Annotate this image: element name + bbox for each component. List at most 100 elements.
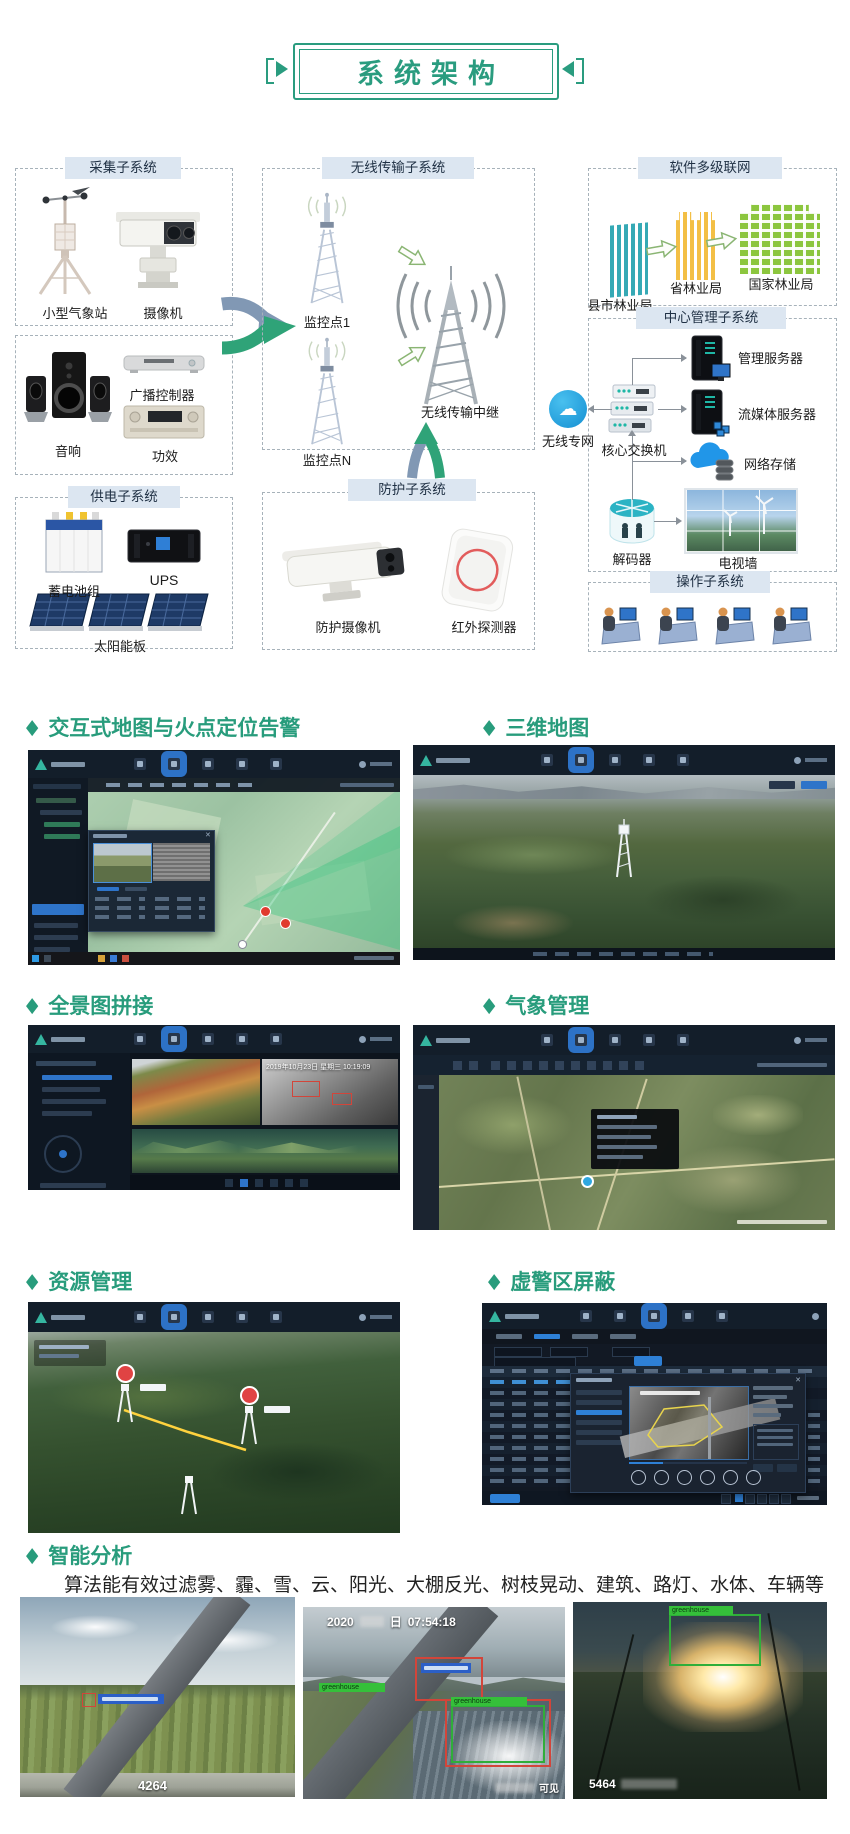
weather-station-icon xyxy=(32,186,98,298)
logo-triangle-icon xyxy=(35,759,47,770)
nav-icons xyxy=(123,758,293,770)
national-bureau-building-icon xyxy=(740,204,820,274)
collect-subsystem-header: 采集子系统 xyxy=(65,157,181,179)
section-header-panorama: ◆ 全景图拼接 xyxy=(26,990,153,1020)
power-subsystem-header: 供电子系统 xyxy=(68,486,180,508)
map-toolbar xyxy=(88,778,400,792)
nav-settings-icon xyxy=(270,1033,282,1045)
rewind-button xyxy=(654,1470,669,1485)
protect-camera-icon xyxy=(282,533,414,607)
monitor-tower-1-icon xyxy=(298,190,356,308)
section-header-interactive-map: ◆ 交互式地图与火点定位告警 xyxy=(26,712,300,742)
photo2-time: 07:54:18 xyxy=(408,1615,456,1629)
section-title: 资源管理 xyxy=(48,1266,132,1296)
page-number xyxy=(781,1494,791,1504)
user-name-bar xyxy=(805,1038,827,1042)
ptz-camera-icon xyxy=(112,196,204,296)
popup-close-icon: ✕ xyxy=(205,833,211,839)
mgmt-server-icon xyxy=(688,334,732,384)
nav-alarm-icon-active xyxy=(648,1310,660,1322)
page-number xyxy=(757,1494,767,1504)
nav-alarm-icon xyxy=(609,1034,621,1046)
section-header-3d-map: ◆ 三维地图 xyxy=(483,712,589,742)
section-header-resource: ◆ 资源管理 xyxy=(26,1266,132,1296)
resource-tower-icon xyxy=(112,1378,138,1424)
tab-item xyxy=(610,1334,636,1339)
workstation-icon xyxy=(655,600,699,646)
workstation-icon xyxy=(769,600,813,646)
photo3-id-row: 5464 xyxy=(589,1777,677,1791)
broadcast-controller-icon xyxy=(122,352,206,378)
nav-map-icon-active xyxy=(575,754,587,766)
screenshot-resource xyxy=(28,1302,400,1533)
section-title: 虚警区屏蔽 xyxy=(510,1266,615,1296)
bottom-toolbar xyxy=(130,1175,400,1190)
nav-settings-icon xyxy=(270,758,282,770)
section-header-weather: ◆ 气象管理 xyxy=(483,990,589,1020)
thermal-image: 2019年10月23日 星期三 10:19:09 xyxy=(262,1059,398,1125)
mask-info-panel xyxy=(753,1386,799,1480)
query-button xyxy=(634,1356,662,1366)
protect-up-arrow-icon xyxy=(398,422,454,480)
mask-small-button xyxy=(777,1464,797,1472)
page-number-active xyxy=(735,1494,743,1502)
ups-icon xyxy=(126,526,202,566)
detection-redbox xyxy=(82,1693,96,1707)
detection-redbox xyxy=(415,1657,483,1701)
fire-marker-icon xyxy=(280,918,291,929)
diamond-bullet-icon: ◆ xyxy=(26,992,38,1018)
battery-label: 蓄电池组 xyxy=(30,581,118,600)
monitor-tower-n-icon xyxy=(298,336,356,448)
page-number xyxy=(721,1494,731,1504)
monitor-pointN-label: 监控点N xyxy=(295,450,359,469)
status-bar xyxy=(413,948,835,960)
amplifier-label: 功效 xyxy=(140,446,190,465)
photo2-note-row: 可见 xyxy=(495,1780,559,1795)
alarm-badge-icon xyxy=(240,1386,259,1405)
speaker-icon xyxy=(22,348,114,436)
user-avatar xyxy=(359,1314,366,1321)
map-mode-button xyxy=(801,781,827,789)
app-navbar xyxy=(28,750,400,778)
user-avatar xyxy=(812,1313,819,1320)
app-logo xyxy=(35,759,85,770)
mask-list-item xyxy=(576,1390,622,1395)
decoder-label: 解码器 xyxy=(608,549,656,568)
mask-list-item xyxy=(576,1420,622,1425)
windows-start-icon xyxy=(32,955,39,962)
nav-alarm-icon xyxy=(202,758,214,770)
mask-list-item xyxy=(576,1440,622,1445)
visible-light-thumb xyxy=(93,843,152,883)
user-area xyxy=(359,761,392,768)
logo-triangle-icon xyxy=(420,755,432,766)
logo-text-bar xyxy=(51,1037,85,1042)
blurred-text xyxy=(495,1783,535,1793)
stop-button xyxy=(700,1470,715,1485)
stream-server-label: 流媒体服务器 xyxy=(738,404,832,423)
user-avatar xyxy=(359,1036,366,1043)
tab-item xyxy=(572,1334,598,1339)
watch-tower-icon xyxy=(609,817,639,879)
greenhouse-tag: greenhouse xyxy=(319,1683,385,1692)
operator-subsystem-header: 操作子系统 xyxy=(650,571,770,593)
nav-monitor-icon xyxy=(643,1034,655,1046)
infrared-detector-label: 红外探测器 xyxy=(436,617,532,636)
relay-label: 无线传输中继 xyxy=(400,402,520,421)
app-navbar xyxy=(482,1303,827,1329)
nav-home-icon xyxy=(541,1034,553,1046)
app-logo xyxy=(35,1312,85,1323)
popup-close-icon: ✕ xyxy=(795,1376,801,1384)
patrol-path-line xyxy=(28,1332,400,1533)
tab-item-active xyxy=(534,1334,560,1339)
page-root: 系统架构 采集子系统 小型气象站 xyxy=(0,0,850,1834)
photo3-id: 5464 xyxy=(589,1777,616,1791)
mask-polygon xyxy=(630,1387,748,1459)
national-bureau-label: 国家林业局 xyxy=(736,274,826,293)
tab-row xyxy=(482,1329,827,1344)
city-bureau-building-icon xyxy=(610,222,648,297)
user-area xyxy=(794,1037,827,1044)
weather-popup xyxy=(591,1109,679,1169)
greenhouse-tag: greenhouse xyxy=(669,1606,733,1615)
section-header-false-alarm: ◆ 虚警区屏蔽 xyxy=(488,1266,615,1296)
network-header: 软件多级联网 xyxy=(638,157,782,179)
